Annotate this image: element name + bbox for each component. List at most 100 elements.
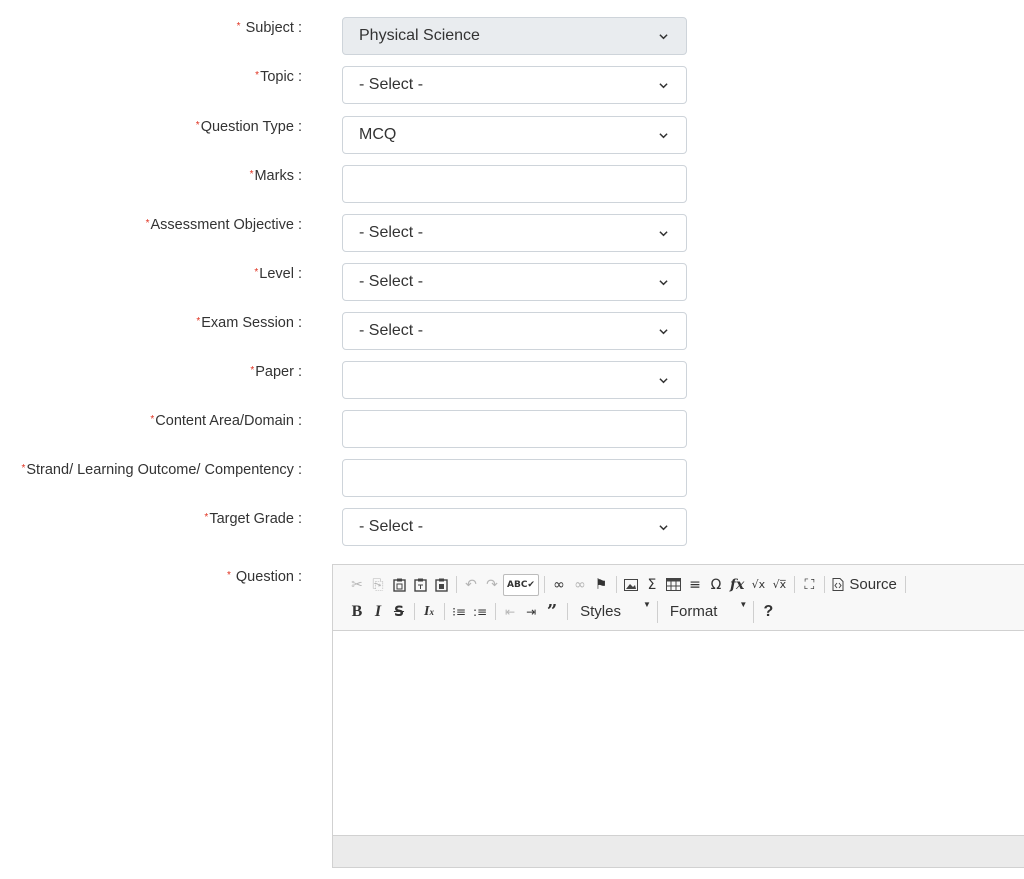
marks-input[interactable]	[342, 165, 687, 203]
target-grade-select-value: - Select -	[359, 518, 424, 535]
styles-label: Styles	[580, 603, 621, 620]
format-dropdown[interactable]: Format ▼	[662, 600, 755, 623]
paste-text-icon[interactable]	[410, 574, 430, 596]
required-marker: *	[150, 414, 155, 425]
level-select-value: - Select -	[359, 273, 424, 290]
paste-icon[interactable]	[389, 574, 409, 596]
topic-select-value: - Select -	[359, 76, 424, 93]
sqrt-icon[interactable]: √x̅	[769, 574, 789, 596]
field-label-marks: *Marks :	[249, 168, 302, 184]
topic-select[interactable]: - Select -	[342, 66, 687, 104]
maximize-icon[interactable]: ⛶	[799, 574, 819, 596]
paper-select[interactable]	[342, 361, 687, 399]
strand-input[interactable]	[342, 459, 687, 497]
required-marker: *	[195, 120, 200, 131]
styles-dropdown[interactable]: Styles ▼	[572, 600, 658, 623]
chevron-down-icon	[659, 523, 668, 532]
source-button[interactable]: Source	[829, 574, 900, 596]
image-icon[interactable]	[621, 574, 641, 596]
indent-icon[interactable]: ⇥	[521, 601, 541, 623]
toolbar-row-1: ✂ ⎘ ↶ ↷ ABC✔ ∞ ∞ ⚑ Σ ≡ Ω fx √x √x̅ ⛶ Sou…	[347, 571, 1023, 598]
toolbar-separator	[414, 603, 415, 620]
field-label-subject: * Subject :	[236, 20, 302, 36]
required-marker: *	[21, 463, 26, 474]
horizontal-line-icon[interactable]: ≡	[685, 574, 705, 596]
assessment-objective-select-value: - Select -	[359, 224, 424, 241]
required-marker: *	[250, 365, 255, 376]
outdent-icon[interactable]: ⇤	[500, 601, 520, 623]
unlink-icon[interactable]: ∞	[570, 574, 590, 596]
required-marker: *	[254, 267, 259, 278]
field-label-assessment-objective: *Assessment Objective :	[145, 217, 302, 233]
field-label-exam-session: *Exam Session :	[196, 315, 302, 331]
exam-session-select[interactable]: - Select -	[342, 312, 687, 350]
toolbar-separator	[824, 576, 826, 593]
field-label-question: * Question :	[226, 569, 302, 585]
question-editor-content[interactable]	[333, 631, 1024, 835]
exam-session-select-value: - Select -	[359, 322, 424, 339]
target-grade-select[interactable]: - Select -	[342, 508, 687, 546]
question-type-select-value: MCQ	[359, 126, 397, 143]
required-marker: *	[204, 512, 209, 523]
required-marker: *	[226, 570, 231, 581]
dropdown-arrow-icon: ▼	[642, 600, 651, 609]
sigma-icon[interactable]: Σ	[642, 574, 662, 596]
source-icon	[832, 578, 844, 591]
toolbar-separator	[615, 576, 617, 593]
link-icon[interactable]: ∞	[549, 574, 569, 596]
field-label-paper: *Paper :	[250, 364, 302, 380]
italic-icon[interactable]: I	[368, 601, 388, 623]
copy-icon[interactable]: ⎘	[368, 574, 388, 596]
special-character-icon[interactable]: Ω	[706, 574, 726, 596]
toolbar-separator	[456, 576, 457, 593]
table-icon[interactable]	[663, 574, 684, 596]
source-label: Source	[849, 576, 897, 593]
redo-icon[interactable]: ↷	[482, 574, 502, 596]
content-area-input[interactable]	[342, 410, 687, 448]
field-label-strand: *Strand/ Learning Outcome/ Compentency :	[21, 462, 302, 478]
subject-select[interactable]: Physical Science	[342, 17, 687, 55]
field-label-level: *Level :	[254, 266, 302, 282]
level-select[interactable]: - Select -	[342, 263, 687, 301]
chevron-down-icon	[659, 131, 668, 140]
anchor-flag-icon[interactable]: ⚑	[591, 574, 611, 596]
editor-status-bar	[333, 835, 1024, 867]
toolbar-row-2: B I S Ix ⁝≡ :≡ ⇤ ⇥ ” Styles ▼ Format ▼ ?	[347, 598, 1023, 625]
assessment-objective-select[interactable]: - Select -	[342, 214, 687, 252]
toolbar-separator	[495, 603, 497, 620]
bold-icon[interactable]: B	[347, 601, 367, 623]
toolbar-separator	[904, 576, 906, 593]
chevron-down-icon	[659, 278, 668, 287]
chevron-down-icon	[659, 81, 668, 90]
required-marker: *	[255, 70, 260, 81]
help-button[interactable]: ?	[758, 601, 778, 623]
bulleted-list-icon[interactable]: :≡	[470, 601, 490, 623]
math-icon[interactable]: √x	[748, 574, 768, 596]
required-marker: *	[236, 21, 241, 32]
field-label-question-type: *Question Type :	[195, 119, 302, 135]
remove-format-icon[interactable]: Ix	[419, 601, 439, 623]
subject-select-value: Physical Science	[359, 27, 480, 44]
dropdown-arrow-icon: ▼	[739, 600, 748, 609]
strikethrough-icon[interactable]: S	[389, 601, 409, 623]
field-label-target-grade: *Target Grade :	[204, 511, 302, 527]
question-type-select[interactable]: MCQ	[342, 116, 687, 154]
editor-toolbar: ✂ ⎘ ↶ ↷ ABC✔ ∞ ∞ ⚑ Σ ≡ Ω fx √x √x̅ ⛶ Sou…	[333, 565, 1024, 631]
required-marker: *	[196, 316, 201, 327]
paste-word-icon[interactable]	[431, 574, 451, 596]
blockquote-icon[interactable]: ”	[542, 601, 562, 623]
function-icon[interactable]: fx	[727, 574, 747, 596]
required-marker: *	[249, 169, 254, 180]
toolbar-separator	[794, 576, 796, 593]
undo-icon[interactable]: ↶	[461, 574, 481, 596]
chevron-down-icon	[659, 376, 668, 385]
required-marker: *	[145, 218, 150, 229]
help-icon: ?	[763, 602, 774, 620]
question-editor: ✂ ⎘ ↶ ↷ ABC✔ ∞ ∞ ⚑ Σ ≡ Ω fx √x √x̅ ⛶ Sou…	[332, 564, 1024, 868]
chevron-down-icon	[659, 32, 668, 41]
toolbar-separator	[543, 576, 545, 593]
field-label-topic: *Topic :	[255, 69, 302, 85]
spellcheck-icon[interactable]: ABC✔	[503, 573, 539, 596]
numbered-list-icon[interactable]: ⁝≡	[449, 601, 469, 623]
cut-icon[interactable]: ✂	[347, 574, 367, 596]
